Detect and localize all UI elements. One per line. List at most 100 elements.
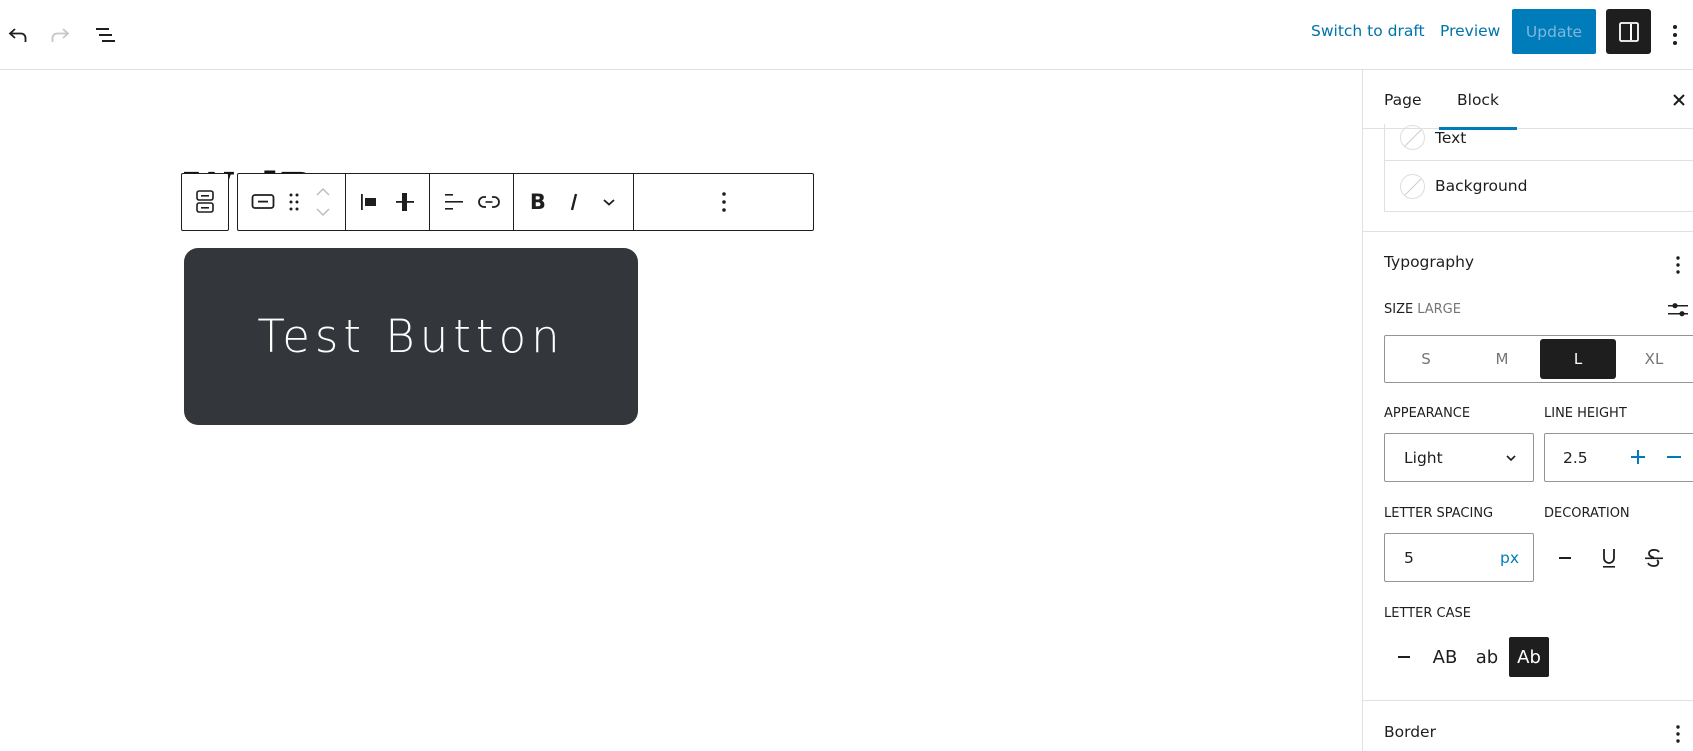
- close-settings-button[interactable]: [1665, 86, 1693, 114]
- justify-left-button[interactable]: [352, 179, 388, 225]
- drag-handle[interactable]: [282, 179, 307, 225]
- justify-left-icon: [360, 194, 376, 210]
- minus-icon: [1559, 557, 1571, 559]
- block-toolbar: B: [237, 173, 814, 231]
- size-label-text: SIZE: [1384, 302, 1414, 317]
- link-button[interactable]: [472, 179, 508, 225]
- letter-spacing-label: LETTER SPACING: [1384, 506, 1494, 521]
- italic-icon: [570, 193, 577, 211]
- bold-icon: B: [529, 190, 546, 214]
- appearance-value: Light: [1404, 448, 1443, 467]
- section-divider: [1363, 700, 1693, 701]
- block-movers: [307, 182, 339, 222]
- color-item-background[interactable]: Background: [1385, 160, 1693, 211]
- move-down-button[interactable]: [315, 202, 331, 222]
- editor-canvas[interactable]: W dP: [0, 70, 1362, 751]
- settings-sliders-icon: [1668, 303, 1688, 317]
- letter-spacing-unit[interactable]: px: [1500, 549, 1519, 567]
- chevron-down-icon: [603, 199, 615, 206]
- undo-icon: [8, 28, 27, 42]
- letter-spacing-value: 5: [1404, 548, 1414, 567]
- chevron-down-icon: [1506, 454, 1516, 461]
- undo-button[interactable]: [0, 17, 36, 53]
- font-size-label: SIZE LARGE: [1384, 302, 1461, 317]
- letter-case-label: LETTER CASE: [1384, 606, 1471, 621]
- decoration-none-button[interactable]: [1547, 540, 1583, 576]
- size-option-l[interactable]: L: [1540, 339, 1616, 379]
- list-view-icon: [96, 28, 115, 42]
- vertical-alignment-button[interactable]: [388, 179, 424, 225]
- line-height-increment-button[interactable]: [1624, 443, 1652, 471]
- plus-icon: [1631, 450, 1645, 464]
- typography-title: Typography: [1384, 253, 1475, 271]
- align-left-icon: [444, 194, 463, 210]
- list-view-button[interactable]: [88, 17, 124, 53]
- border-title: Border: [1384, 723, 1436, 741]
- appearance-select[interactable]: Light: [1384, 433, 1534, 482]
- letter-case-lowercase-button[interactable]: ab: [1467, 637, 1507, 677]
- size-option-xl[interactable]: XL: [1616, 339, 1692, 379]
- kebab-icon: [1676, 725, 1680, 743]
- letter-spacing-input[interactable]: 5 px: [1384, 533, 1534, 582]
- letter-case-none-button[interactable]: [1384, 637, 1424, 677]
- typography-options-button[interactable]: [1666, 250, 1690, 280]
- letter-case-uppercase-button[interactable]: AB: [1425, 637, 1465, 677]
- align-center-icon: [396, 193, 415, 211]
- preview-button[interactable]: Preview: [1440, 22, 1500, 40]
- custom-size-toggle[interactable]: [1666, 295, 1690, 325]
- toolbar-group-text: [430, 174, 514, 230]
- switch-to-draft-button[interactable]: Switch to draft: [1311, 22, 1425, 40]
- select-parent-button[interactable]: [181, 173, 229, 231]
- move-up-button[interactable]: [315, 182, 331, 202]
- border-options-button[interactable]: [1666, 719, 1690, 749]
- close-icon: [1673, 94, 1685, 106]
- update-button[interactable]: Update: [1512, 9, 1596, 54]
- kebab-icon: [1676, 256, 1680, 274]
- letter-case-capitalize-button[interactable]: Ab: [1509, 637, 1549, 677]
- color-item-label: Text: [1435, 128, 1467, 147]
- chevron-down-icon: [316, 208, 330, 216]
- link-icon: [478, 196, 501, 208]
- appearance-label: APPEARANCE: [1384, 406, 1471, 421]
- button-block[interactable]: Test Button: [184, 248, 638, 425]
- toolbar-group-options: [634, 174, 813, 230]
- line-height-value: 2.5: [1563, 448, 1588, 467]
- empty-swatch-icon: [1400, 125, 1425, 150]
- minus-icon: [1667, 456, 1681, 458]
- redo-button[interactable]: [42, 17, 78, 53]
- bold-button[interactable]: B: [520, 179, 556, 225]
- size-option-m[interactable]: M: [1464, 339, 1540, 379]
- drag-handle-icon: [289, 193, 299, 211]
- empty-swatch-icon: [1400, 173, 1425, 199]
- options-menu-button[interactable]: [1660, 17, 1690, 53]
- chevron-up-icon: [316, 188, 330, 196]
- decoration-underline-button[interactable]: [1591, 540, 1627, 576]
- toolbar-group-format: B: [514, 174, 634, 230]
- settings-toggle-button[interactable]: [1606, 9, 1651, 54]
- kebab-icon: [721, 192, 726, 212]
- editor-header: Switch to draft Preview Update: [0, 0, 1693, 70]
- sidebar-panel-icon: [1618, 21, 1639, 42]
- size-option-s[interactable]: S: [1388, 339, 1464, 379]
- line-height-decrement-button[interactable]: [1660, 443, 1688, 471]
- kebab-icon: [1673, 25, 1677, 45]
- redo-icon: [51, 28, 70, 42]
- line-height-label: LINE HEIGHT: [1544, 406, 1627, 421]
- toolbar-group-block: [238, 174, 346, 230]
- font-size-toggle-group: S M L XL: [1384, 335, 1693, 383]
- minus-icon: [1398, 656, 1410, 658]
- toolbar-group-alignment: [346, 174, 430, 230]
- button-block-icon: [251, 194, 275, 209]
- color-panel: Text Background: [1384, 124, 1693, 212]
- color-item-text[interactable]: Text: [1385, 115, 1693, 160]
- block-options-button[interactable]: [704, 179, 744, 225]
- block-type-button[interactable]: [244, 179, 282, 225]
- size-value-text: LARGE: [1417, 302, 1461, 317]
- section-divider: [1363, 231, 1693, 232]
- buttons-block-icon: [196, 190, 214, 213]
- decoration-label: DECORATION: [1544, 506, 1630, 521]
- align-text-button[interactable]: [436, 179, 472, 225]
- more-formatting-button[interactable]: [591, 179, 627, 225]
- decoration-strikethrough-button[interactable]: [1636, 540, 1672, 576]
- italic-button[interactable]: [556, 179, 592, 225]
